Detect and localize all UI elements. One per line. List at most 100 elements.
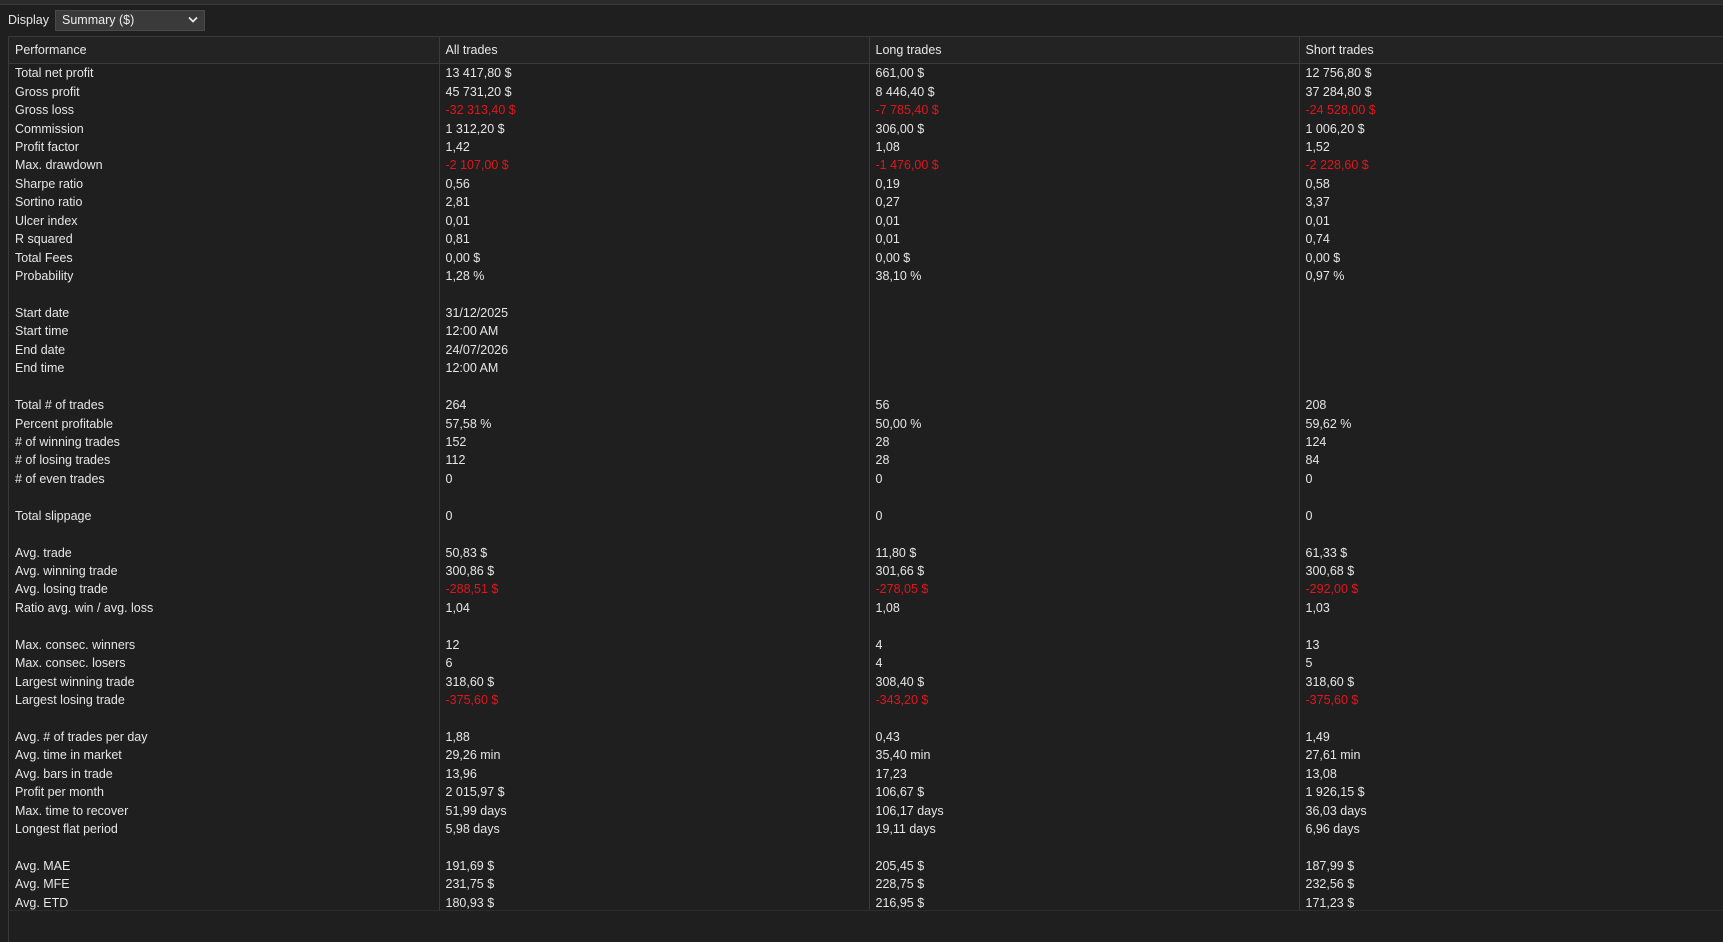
column-header-short-trades[interactable]: Short trades	[1299, 37, 1723, 64]
all-trades-value: -375,60 $	[439, 690, 870, 710]
long-trades-value: 0,27	[869, 193, 1300, 212]
table-header-row: Performance All trades Long trades Short…	[9, 37, 1723, 64]
table-row[interactable]: Total net profit 13 417,80 $661,00 $12 75…	[9, 63, 1723, 83]
short-trades-value: -375,60 $	[1299, 690, 1723, 710]
table-row[interactable]: Avg. # of trades per day 1,88 0,43 1,49	[9, 727, 1723, 747]
long-trades-value: 308,40 $	[869, 672, 1300, 691]
metric-label: # of losing trades	[9, 451, 440, 470]
table-row[interactable]: # of winning trades 152 28 124	[9, 432, 1723, 452]
short-trades-value: -2 228,60 $	[1299, 156, 1723, 175]
table-row[interactable]: # of losing trades 112 28 84	[9, 451, 1723, 470]
display-toolbar: Display Summary ($)	[0, 8, 205, 32]
all-trades-value: 5,98 days	[439, 819, 870, 839]
table-row[interactable]: Avg. trade 50,83 $11,80 $61,33 $	[9, 543, 1723, 562]
table-row[interactable]: Avg. time in market 29,26 min 35,40 min 27,…	[9, 746, 1723, 765]
metric-label: Avg. # of trades per day	[9, 727, 440, 747]
table-row[interactable]: Percent profitable 57,58 % 50,00 % 59,62 %	[9, 414, 1723, 433]
empty-cell	[9, 488, 440, 507]
table-row[interactable]: Ratio avg. win / avg. loss 1,04 1,08 1,03	[9, 598, 1723, 618]
table-row[interactable]: Total # of trades 264 56 208	[9, 395, 1723, 415]
spacer-row	[9, 524, 1723, 544]
display-dropdown[interactable]: Summary ($)	[55, 9, 205, 31]
empty-cell	[1299, 838, 1723, 857]
table-row[interactable]: Avg. MAE 191,69 $205,45 $187,99 $	[9, 856, 1723, 876]
table-row[interactable]: Avg. losing trade -288,51 $ -278,05 $ -292,…	[9, 580, 1723, 599]
column-header-all-trades[interactable]: All trades	[439, 37, 870, 64]
table-row[interactable]: Max. drawdown -2 107,00 $ -1 476,00 $ -2 22…	[9, 156, 1723, 175]
empty-cell	[439, 838, 870, 857]
metric-label: Avg. trade	[9, 543, 440, 562]
table-row[interactable]: End date 24/07/2026	[9, 340, 1723, 359]
all-trades-value: 191,69 $	[439, 856, 870, 876]
table-row[interactable]: Profit factor 1,42 1,08 1,52	[9, 137, 1723, 157]
long-trades-value: 1,08	[869, 137, 1300, 157]
all-trades-value: 231,75 $	[439, 875, 870, 894]
table-row[interactable]: Gross loss -32 313,40 $ -7 785,40 $ -24 528…	[9, 100, 1723, 120]
all-trades-value: 300,86 $	[439, 561, 870, 581]
table-row[interactable]: Max. time to recover 51,99 days 106,17 day…	[9, 801, 1723, 820]
table-row[interactable]: Commission 1 312,20 $306,00 $1 006,20 $	[9, 119, 1723, 138]
long-trades-value: 106,67 $	[869, 783, 1300, 802]
long-trades-value: 56	[869, 395, 1300, 415]
long-trades-value: 106,17 days	[869, 801, 1300, 820]
table-row[interactable]: Start date 31/12/2025	[9, 303, 1723, 323]
empty-cell	[9, 838, 440, 857]
all-trades-value: 2,81	[439, 193, 870, 212]
table-row[interactable]: # of even trades 0 0 0	[9, 469, 1723, 489]
table-row[interactable]: Sharpe ratio 0,56 0,19 0,58	[9, 174, 1723, 194]
metric-label: # of even trades	[9, 469, 440, 489]
empty-cell	[869, 524, 1300, 544]
table-row[interactable]: Avg. MFE 231,75 $228,75 $232,56 $	[9, 875, 1723, 894]
all-trades-value: 1,42	[439, 137, 870, 157]
long-trades-value: 11,80 $	[869, 543, 1300, 562]
metric-label: Total # of trades	[9, 395, 440, 415]
table-row[interactable]: Longest flat period 5,98 days 19,11 days 6,…	[9, 819, 1723, 839]
all-trades-value: -32 313,40 $	[439, 100, 870, 120]
table-row[interactable]: Avg. winning trade 300,86 $301,66 $300,68…	[9, 561, 1723, 581]
short-trades-value: 0,58	[1299, 174, 1723, 194]
spacer-row	[9, 488, 1723, 507]
long-trades-value: 28	[869, 451, 1300, 470]
spacer-row	[9, 709, 1723, 728]
all-trades-value: 57,58 %	[439, 414, 870, 433]
empty-cell	[439, 617, 870, 636]
all-trades-value: 0	[439, 506, 870, 525]
table-row[interactable]: Avg. bars in trade 13,96 17,23 13,08	[9, 764, 1723, 784]
all-trades-value: 1 312,20 $	[439, 119, 870, 138]
table-row[interactable]: Max. consec. losers 6 4 5	[9, 654, 1723, 673]
metric-label: Avg. winning trade	[9, 561, 440, 581]
long-trades-value: 0,43	[869, 727, 1300, 747]
short-trades-value	[1299, 303, 1723, 323]
table-row[interactable]: End time 12:00 AM	[9, 359, 1723, 378]
table-row[interactable]: Gross profit 45 731,20 $8 446,40 $37 284,…	[9, 82, 1723, 101]
table-row[interactable]: Total Fees 0,00 $0,00 $0,00 $	[9, 248, 1723, 267]
table-row[interactable]: R squared 0,81 0,01 0,74	[9, 229, 1723, 249]
performance-table: Performance All trades Long trades Short…	[9, 37, 1723, 913]
long-trades-value: 38,10 %	[869, 266, 1300, 286]
all-trades-value: 24/07/2026	[439, 340, 870, 359]
display-dropdown-value: Summary ($)	[62, 13, 135, 27]
table-row[interactable]: Largest losing trade -375,60 $ -343,20 $ -3…	[9, 690, 1723, 710]
short-trades-value: 208	[1299, 395, 1723, 415]
table-row[interactable]: Largest winning trade 318,60 $308,40 $318…	[9, 672, 1723, 691]
table-row[interactable]: Profit per month 2 015,97 $106,67 $1 926,…	[9, 783, 1723, 802]
all-trades-value: 152	[439, 432, 870, 452]
empty-cell	[1299, 285, 1723, 304]
table-row[interactable]: Total slippage 0 0 0	[9, 506, 1723, 525]
table-row[interactable]: Ulcer index 0,01 0,01 0,01	[9, 211, 1723, 230]
all-trades-value: 1,88	[439, 727, 870, 747]
table-row[interactable]: Max. consec. winners 12 4 13	[9, 635, 1723, 654]
long-trades-value: 35,40 min	[869, 746, 1300, 765]
spacer-row	[9, 377, 1723, 396]
table-row[interactable]: Probability 1,28 % 38,10 % 0,97 %	[9, 266, 1723, 286]
column-header-performance[interactable]: Performance	[9, 37, 440, 64]
long-trades-value: 205,45 $	[869, 856, 1300, 876]
column-header-long-trades[interactable]: Long trades	[869, 37, 1300, 64]
long-trades-value: 0	[869, 506, 1300, 525]
long-trades-value	[869, 359, 1300, 378]
long-trades-value: 306,00 $	[869, 119, 1300, 138]
table-row[interactable]: Sortino ratio 2,81 0,27 3,37	[9, 193, 1723, 212]
long-trades-value: 0,00 $	[869, 248, 1300, 267]
long-trades-value: 28	[869, 432, 1300, 452]
table-row[interactable]: Start time 12:00 AM	[9, 322, 1723, 341]
